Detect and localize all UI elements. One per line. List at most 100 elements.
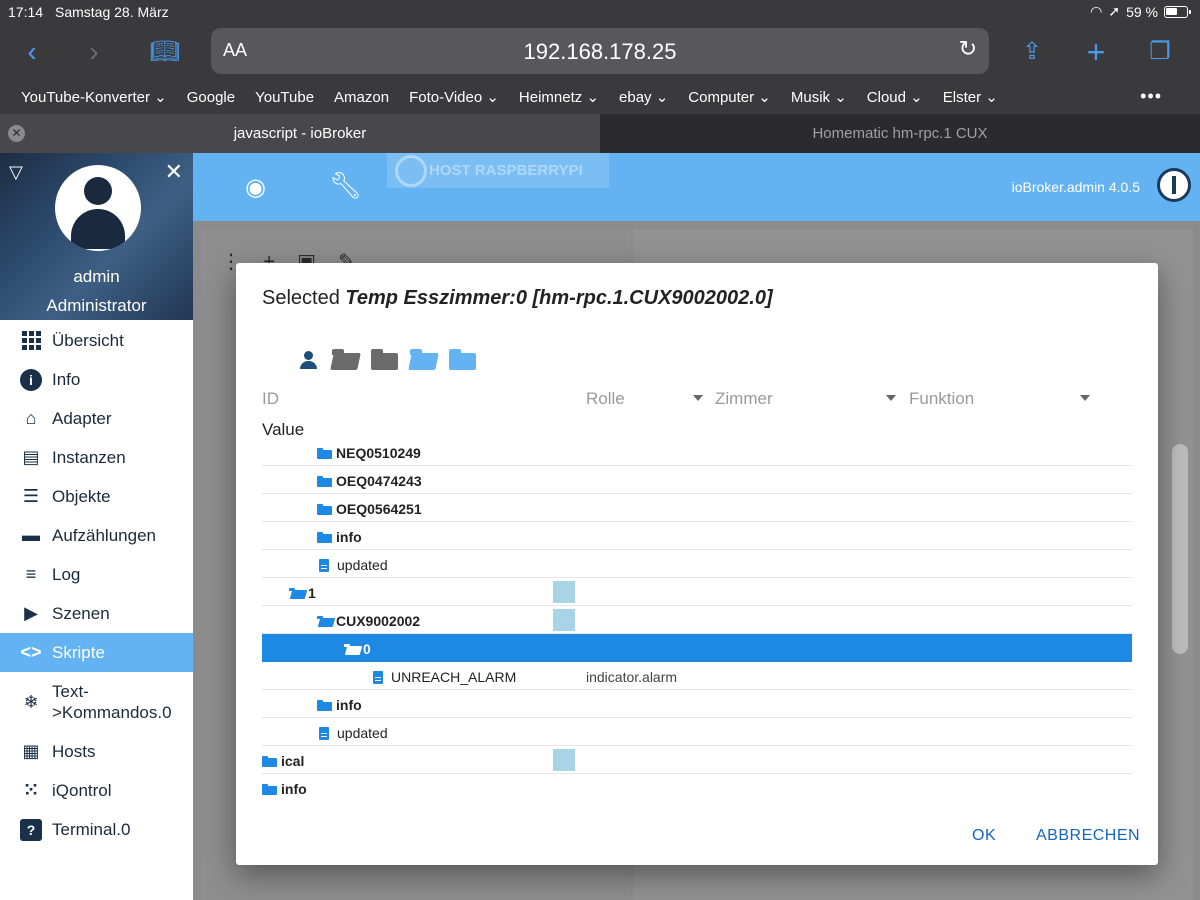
folder-expand-icon[interactable] [408,349,439,371]
tabs-overview-icon[interactable]: ❐ [1140,32,1180,72]
sidebar-item-text-kommandos[interactable]: ❄ Text- >Kommandos.0 [0,672,193,732]
chevron-down-icon[interactable] [886,395,896,401]
row-label: CUX9002002 [336,613,421,629]
forward-icon[interactable]: › [74,32,114,72]
status-date: Samstag 28. März [55,4,169,20]
folder-open-icon[interactable] [330,349,361,371]
sidebar-item-log[interactable]: ≡ Log [0,555,193,594]
chevron-down-icon[interactable] [1080,395,1090,401]
back-icon[interactable]: ‹ [12,32,52,72]
table-row[interactable]: updated [262,718,1132,746]
tab-homematic[interactable]: Homematic hm-rpc.1 CUX [600,114,1200,153]
list-icon: ☰ [22,486,40,506]
scrollbar[interactable] [1172,444,1188,654]
table-row[interactable]: ical [262,746,1132,774]
sidebar-item-hosts[interactable]: ▦ Hosts [0,732,193,771]
folder-open-icon [317,615,332,627]
bookmark-item[interactable]: Computer ⌄ [688,88,771,106]
bookmark-item[interactable]: Foto-Video ⌄ [409,88,499,106]
admin-version: ioBroker.admin 4.0.5 [1011,179,1140,195]
sidebar-item-szenen[interactable]: ▶ Szenen [0,594,193,633]
bookmarks-book-icon[interactable]: 📖︎ [145,32,185,72]
row-marker [553,581,575,603]
sidebar-item-iqontrol[interactable]: ⁙ iQontrol [0,771,193,810]
tab-javascript[interactable]: ✕ javascript - ioBroker [0,114,600,153]
enums-icon: ▬ [22,525,40,545]
file-icon [373,670,383,684]
sidebar-item-label: iQontrol [52,780,112,800]
eye-icon[interactable]: ◉ [245,173,266,202]
table-row[interactable]: 1 [262,578,1132,606]
user-profile: ▽ ✕ admin Administrator [0,153,193,320]
folder-icon [317,531,332,543]
host-badge[interactable]: HOST RASPBERRYPI [387,153,609,188]
table-row[interactable]: OEQ0564251 [262,494,1132,522]
close-tab-icon[interactable]: ✕ [8,125,25,142]
row-marker [553,609,575,631]
row-label: updated [337,725,388,741]
bookmark-item[interactable]: Heimnetz ⌄ [519,88,599,106]
sidebar-item-uebersicht[interactable]: Übersicht [0,321,193,360]
bookmarks-bar: YouTube-Konverter ⌄ Google YouTube Amazo… [0,80,1200,114]
folder-closed-icon[interactable] [371,349,398,371]
table-row-selected[interactable]: 0 [262,634,1132,662]
column-zimmer[interactable]: Zimmer [715,389,897,409]
bookmark-item[interactable]: YouTube-Konverter ⌄ [21,88,167,106]
row-label: 0 [363,641,371,657]
folder-collapse-icon[interactable] [449,349,476,371]
bookmark-item[interactable]: Amazon [334,89,389,106]
table-row[interactable]: updated [262,550,1132,578]
column-funktion[interactable]: Funktion [909,389,1091,409]
chevron-down-icon[interactable] [693,395,703,401]
ios-status-bar: 17:14 Samstag 28. März ◠ ➚ 59 % [0,0,1200,24]
sidebar-item-skripte[interactable]: <> Skripte [0,633,193,672]
address-bar[interactable]: AA 192.168.178.25 ↻ [211,28,989,74]
app-header: ◉ 🔧︎ HOST RASPBERRYPI ioBroker.admin 4.0… [193,153,1200,221]
bookmark-item[interactable]: Google [187,89,235,106]
close-sidebar-icon[interactable]: ✕ [165,159,183,185]
share-icon[interactable]: ⇪ [1012,32,1052,72]
value-label: Value [262,420,305,439]
sidebar-item-adapter[interactable]: ⌂ Adapter [0,399,193,438]
bookmark-item[interactable]: ebay ⌄ [619,88,668,106]
new-tab-plus-icon[interactable]: + [1076,32,1116,72]
browser-toolbar: ‹ › 📖︎ AA 192.168.178.25 ↻ ⇪ + ❐ [0,24,1200,80]
user-filter-icon[interactable] [298,349,320,371]
bookmark-item[interactable]: YouTube [255,89,314,106]
expand-triangle-icon[interactable]: ▽ [9,162,23,183]
sidebar-item-label: Text- >Kommandos.0 [52,682,172,722]
location-icon: ➚ [1108,3,1121,19]
sidebar-item-label: Log [52,564,81,584]
wifi-icon: ◠ [1090,3,1103,19]
sidebar-item-objekte[interactable]: ☰ Objekte [0,477,193,516]
more-icon[interactable]: ••• [1140,86,1162,107]
bookmark-item[interactable]: Musik ⌄ [791,88,847,106]
table-row[interactable]: CUX9002002 [262,606,1132,634]
battery-icon [1164,5,1191,18]
iobroker-logo [1157,168,1191,202]
nav-menu: Übersicht i Info ⌂ Adapter ▤ Instanzen ☰… [0,321,193,849]
reload-icon[interactable]: ↻ [959,36,977,62]
table-row[interactable]: UNREACH_ALARM indicator.alarm [262,662,1132,690]
tab-label: javascript - ioBroker [233,125,367,142]
bookmark-item[interactable]: Cloud ⌄ [867,88,923,106]
store-icon: ⌂ [25,408,37,428]
table-row[interactable]: info [262,522,1132,550]
sidebar-item-label: Hosts [52,741,96,761]
user-role: Administrator [46,296,147,315]
column-rolle[interactable]: Rolle [586,389,704,409]
sidebar-item-info[interactable]: i Info [0,360,193,399]
table-row[interactable]: info [262,690,1132,718]
url-text[interactable]: 192.168.178.25 [211,39,989,65]
bookmark-item[interactable]: Elster ⌄ [943,88,998,106]
cancel-button[interactable]: ABBRECHEN [1036,827,1140,845]
wrench-icon[interactable]: 🔧︎ [329,170,362,201]
table-row[interactable]: info [262,774,1132,802]
ok-button[interactable]: OK [972,827,996,845]
sidebar-item-terminal[interactable]: ? Terminal.0 [0,810,193,849]
sidebar-item-aufzaehlungen[interactable]: ▬ Aufzählungen [0,516,193,555]
table-row[interactable]: NEQ0510249 [262,438,1132,466]
table-row[interactable]: OEQ0474243 [262,466,1132,494]
sidebar-item-instanzen[interactable]: ▤ Instanzen [0,438,193,477]
row-label: UNREACH_ALARM [391,669,517,685]
